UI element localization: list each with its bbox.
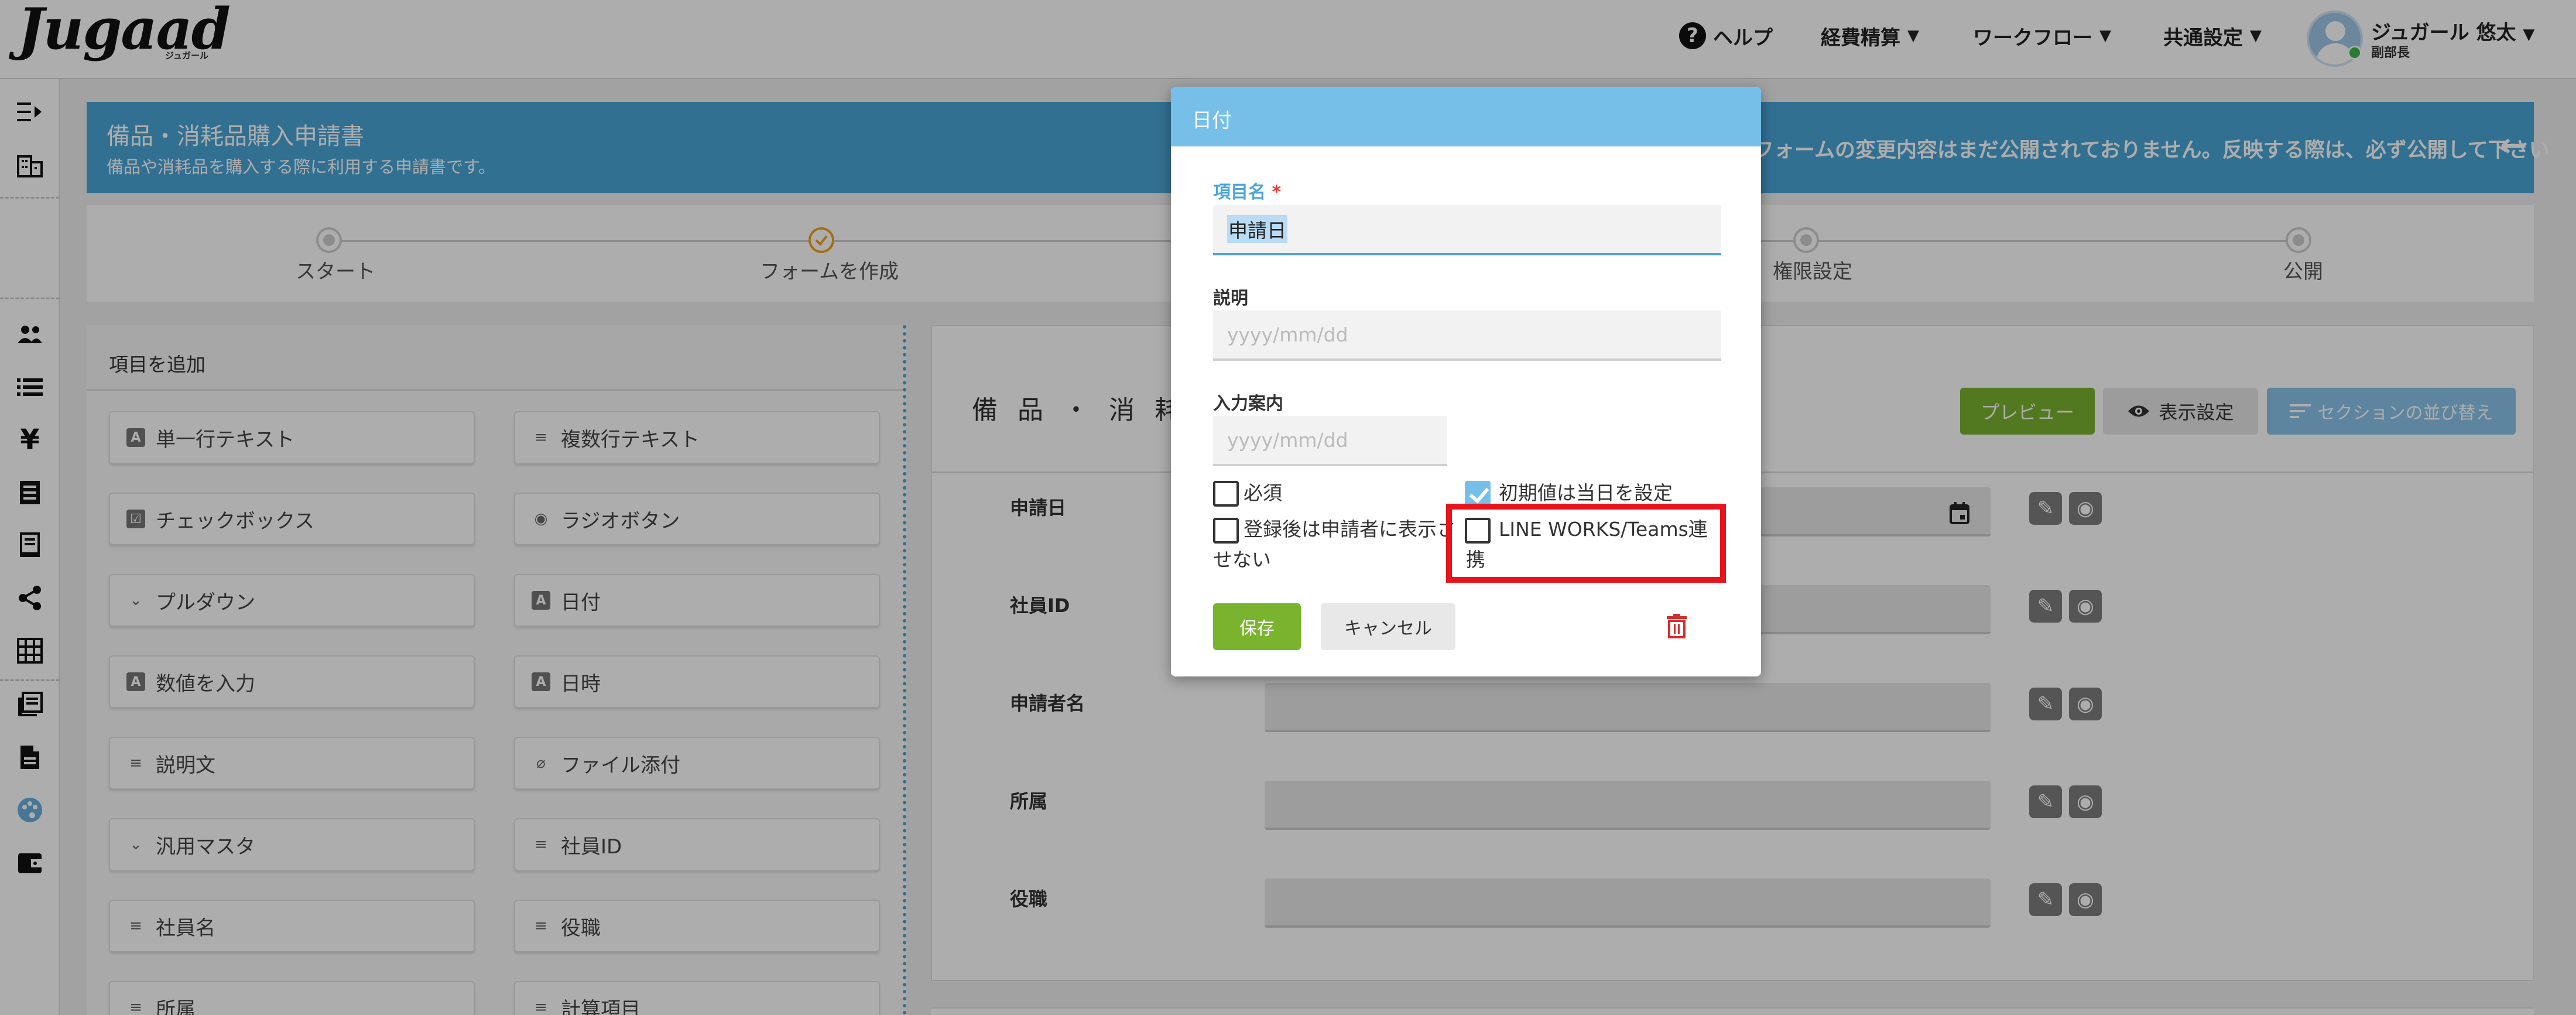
cancel-button[interactable]: キャンセル [1321, 603, 1455, 650]
input-guide-input[interactable]: yyyy/mm/dd [1213, 416, 1447, 466]
cancel-button-label: キャンセル [1344, 618, 1432, 639]
highlight-box [1446, 504, 1726, 583]
required-checkbox-label: 必須 [1244, 481, 1282, 504]
save-button-label: 保存 [1239, 618, 1275, 639]
delete-icon[interactable] [1660, 610, 1693, 643]
input-guide-label: 入力案内 [1213, 394, 1283, 414]
hide-after-register-label: 登録後は申請者に表示させない [1213, 518, 1456, 571]
save-button[interactable]: 保存 [1213, 603, 1301, 650]
required-mark: * [1272, 182, 1282, 203]
description-label: 説明 [1213, 288, 1248, 309]
dialog-header [1171, 87, 1761, 146]
description-input[interactable]: yyyy/mm/dd [1213, 310, 1721, 361]
item-name-label: 項目名 * [1213, 182, 1282, 203]
dialog-title: 日付 [1192, 109, 1232, 132]
default-today-checkbox[interactable] [1465, 481, 1491, 507]
date-field-dialog: 日付 項目名 * 申請日 説明 yyyy/mm/dd 入力案内 yyyy/mm/… [1171, 87, 1761, 676]
item-name-input[interactable]: 申請日 [1213, 205, 1721, 255]
required-checkbox[interactable] [1213, 481, 1239, 507]
